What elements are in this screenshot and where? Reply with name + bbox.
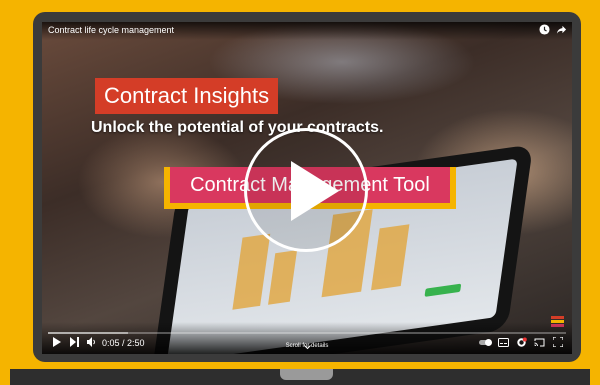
clock-icon[interactable] xyxy=(539,24,550,38)
settings-icon[interactable] xyxy=(516,337,527,349)
subtitles-icon[interactable] xyxy=(498,338,509,348)
play-button[interactable] xyxy=(244,128,368,252)
chart-bar xyxy=(371,224,410,291)
progress-buffer xyxy=(48,332,128,334)
tablet-green-button xyxy=(424,283,462,297)
autoplay-toggle[interactable] xyxy=(479,339,492,346)
chart-bar xyxy=(232,233,271,310)
video-title[interactable]: Contract life cycle management xyxy=(48,25,174,35)
subheading: Unlock the potential of your contracts. xyxy=(91,119,384,136)
chart-bar xyxy=(268,250,298,305)
play-icon xyxy=(291,161,339,221)
progress-bar[interactable] xyxy=(48,332,566,334)
cast-icon[interactable] xyxy=(534,338,545,348)
video-player[interactable]: Contract life cycle management Contract … xyxy=(42,22,572,354)
toggle-knob xyxy=(485,339,492,346)
share-icon[interactable] xyxy=(556,24,567,38)
laptop-notch xyxy=(280,369,333,380)
video-top-bar: Contract life cycle management xyxy=(42,22,572,40)
chevron-down-icon[interactable] xyxy=(304,341,311,351)
control-bar: 0:05 / 2:50 Scroll for details xyxy=(42,322,572,354)
heading-banner: Contract Insights xyxy=(95,78,279,114)
fullscreen-icon[interactable] xyxy=(552,336,564,348)
